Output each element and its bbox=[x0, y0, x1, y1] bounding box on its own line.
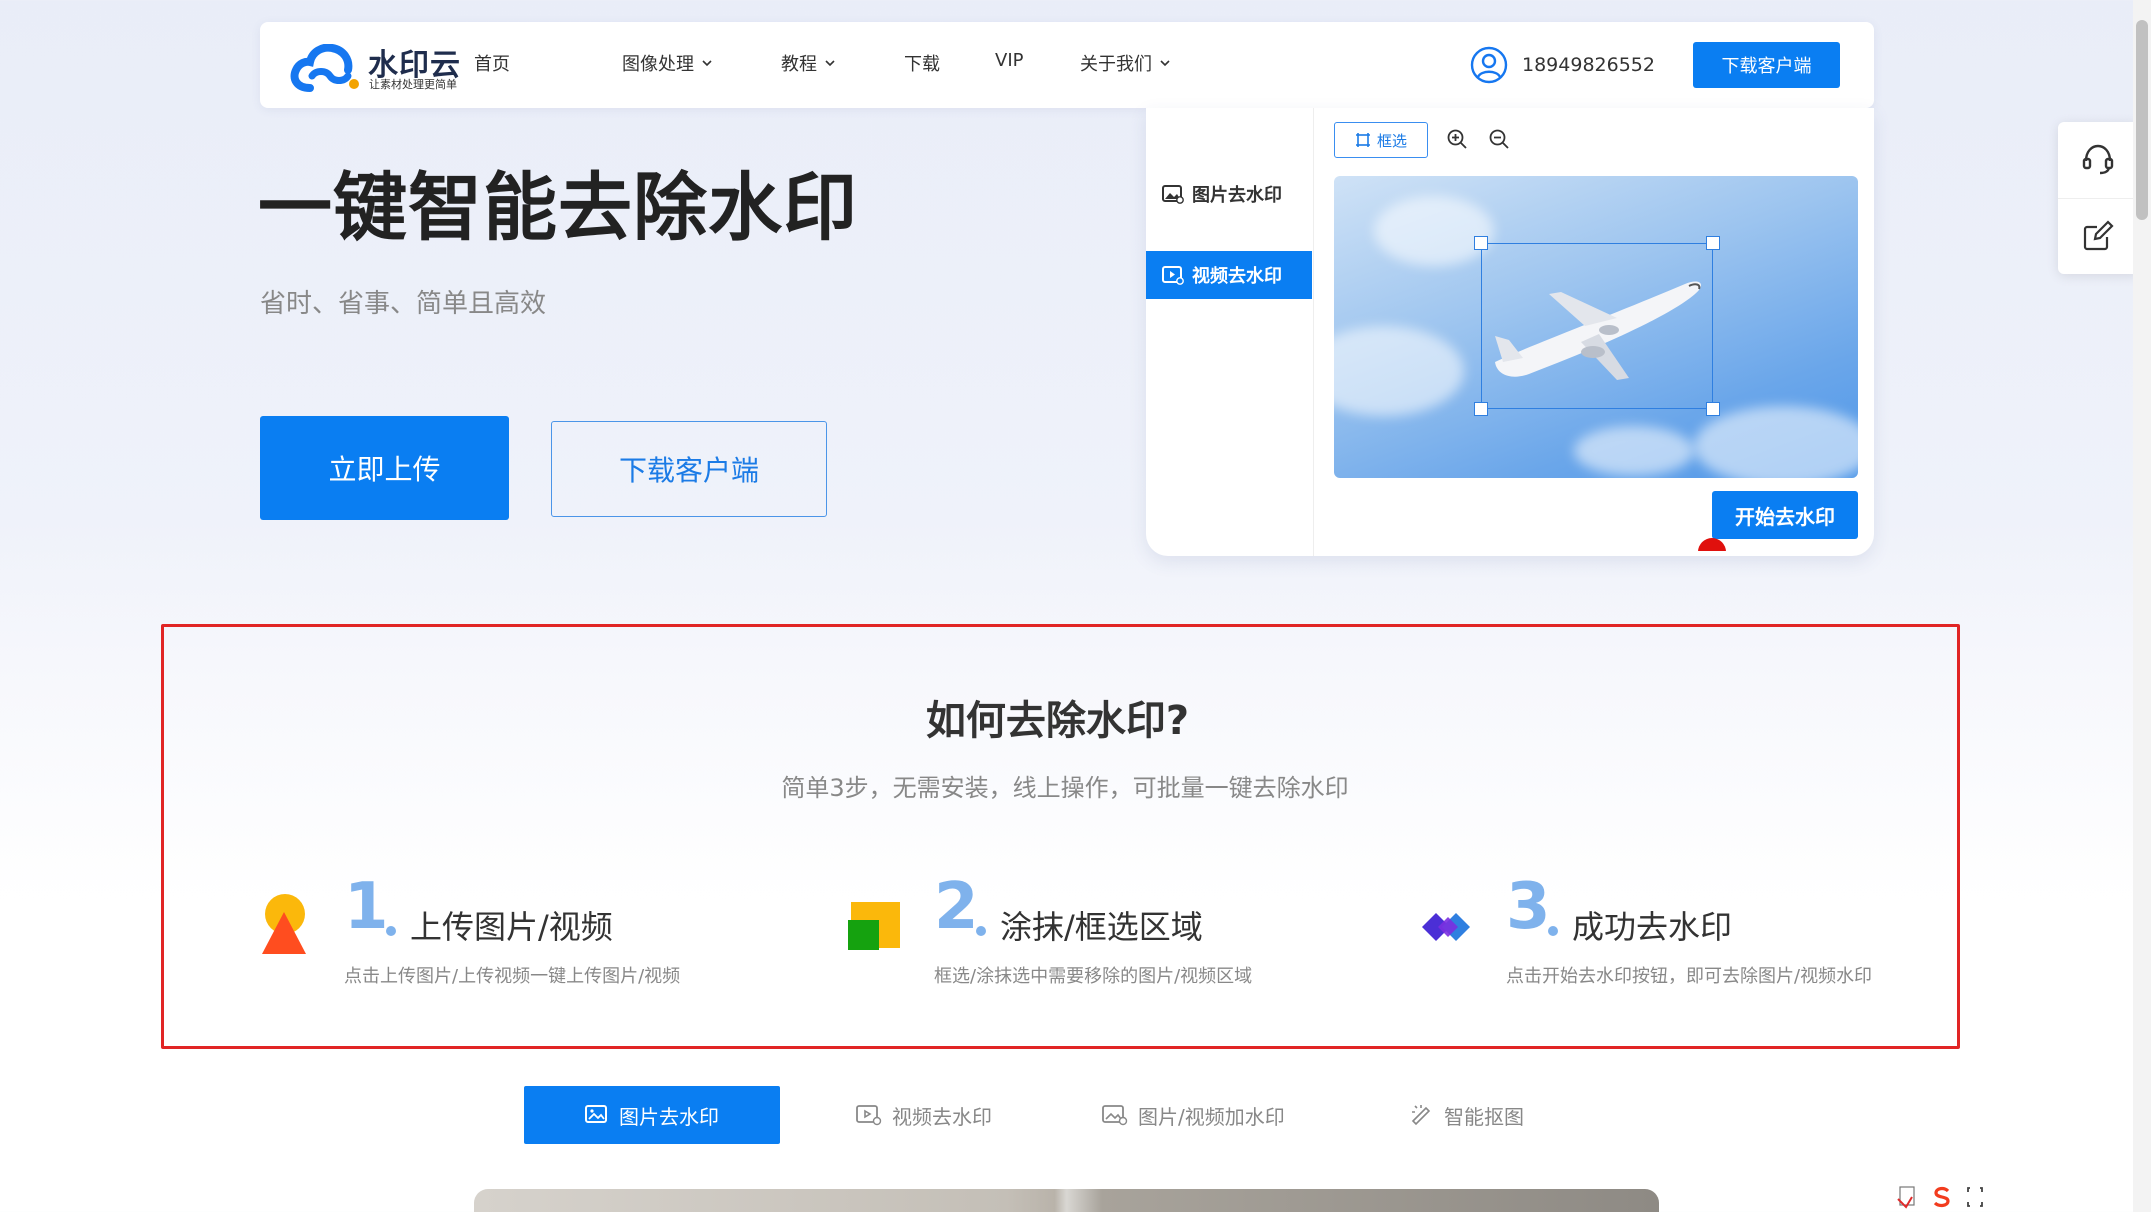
nav-download-label: 下载 bbox=[904, 54, 940, 75]
s-logo-icon[interactable] bbox=[1930, 1185, 1954, 1209]
cloud-shape bbox=[1334, 326, 1464, 416]
cursor-indicator bbox=[1698, 538, 1726, 551]
cloud-logo-icon bbox=[290, 44, 359, 92]
cloud-shape bbox=[1694, 406, 1858, 478]
step-dot bbox=[1548, 926, 1558, 936]
feature-tab-smart-cutout[interactable]: 智能抠图 bbox=[1410, 1086, 1524, 1144]
upload-now-button[interactable]: 立即上传 bbox=[260, 416, 509, 520]
step-title: 涂抹/框选区域 bbox=[1000, 908, 1203, 946]
demo-tab-image-label: 图片去水印 bbox=[1192, 185, 1282, 206]
video-icon bbox=[1162, 266, 1184, 285]
step-description: 点击上传图片/上传视频一键上传图片/视频 bbox=[344, 966, 681, 987]
user-avatar-icon bbox=[1470, 46, 1508, 84]
preview-canvas[interactable] bbox=[1334, 176, 1858, 478]
start-remove-watermark-button[interactable]: 开始去水印 bbox=[1712, 491, 1858, 539]
download-client-button[interactable]: 下载客户端 bbox=[551, 421, 827, 517]
howto-title: 如何去除水印? bbox=[925, 698, 1190, 744]
user-account[interactable]: 18949826552 bbox=[1470, 46, 1655, 84]
video-icon bbox=[856, 1105, 882, 1126]
box-select-label: 框选 bbox=[1376, 131, 1407, 150]
step-title: 上传图片/视频 bbox=[410, 908, 613, 946]
step-description: 点击开始去水印按钮，即可去除图片/视频水印 bbox=[1506, 966, 1873, 987]
box-select-tool[interactable]: 框选 bbox=[1334, 122, 1428, 158]
feedback-button[interactable] bbox=[2058, 199, 2138, 273]
step-dot bbox=[976, 926, 986, 936]
image-icon bbox=[585, 1105, 607, 1123]
chevron-down-icon bbox=[702, 60, 712, 67]
cloud-shape bbox=[1574, 426, 1694, 476]
upload-step-icon bbox=[262, 894, 306, 954]
feature-tab-label: 智能抠图 bbox=[1444, 1104, 1524, 1129]
nav-tutorials[interactable]: 教程 bbox=[781, 50, 835, 76]
resize-handle[interactable] bbox=[1706, 402, 1720, 416]
resize-handle[interactable] bbox=[1474, 236, 1488, 250]
chevron-down-icon bbox=[825, 60, 835, 67]
expand-icon[interactable] bbox=[1966, 1186, 1984, 1208]
browser-extension-tray bbox=[1896, 1182, 1998, 1212]
selection-box[interactable] bbox=[1481, 243, 1713, 409]
user-phone: 18949826552 bbox=[1522, 54, 1655, 76]
edit-icon bbox=[2083, 220, 2114, 251]
nav-about-label: 关于我们 bbox=[1080, 54, 1152, 75]
image-icon bbox=[1102, 1105, 1128, 1126]
image-icon bbox=[1162, 185, 1184, 204]
zoom-in-icon[interactable] bbox=[1446, 128, 1468, 150]
feature-tab-label: 视频去水印 bbox=[892, 1104, 992, 1129]
resize-handle[interactable] bbox=[1474, 402, 1488, 416]
hero-subtitle: 省时、省事、简单且高效 bbox=[260, 289, 547, 319]
step-dot bbox=[386, 926, 396, 936]
chevron-down-icon bbox=[1160, 60, 1170, 67]
header-download-client-button[interactable]: 下载客户端 bbox=[1693, 42, 1840, 88]
success-step-icon bbox=[1422, 913, 1470, 941]
cloud-shape bbox=[1374, 196, 1494, 266]
step-number: 2 bbox=[934, 870, 979, 944]
nav-image-processing[interactable]: 图像处理 bbox=[622, 50, 712, 76]
step-title: 成功去水印 bbox=[1572, 908, 1733, 946]
demo-tab-image[interactable]: 图片去水印 bbox=[1146, 170, 1312, 218]
hero-title: 一键智能去除水印 bbox=[258, 165, 858, 251]
feature-tab-label: 图片/视频加水印 bbox=[1138, 1104, 1285, 1129]
feature-tab-label: 图片去水印 bbox=[619, 1104, 719, 1129]
feature-tab-video-watermark-removal[interactable]: 视频去水印 bbox=[856, 1086, 992, 1144]
feature-tab-add-watermark[interactable]: 图片/视频加水印 bbox=[1102, 1086, 1285, 1144]
nav-home-label: 首页 bbox=[474, 54, 510, 75]
nav-image-processing-label: 图像处理 bbox=[622, 54, 694, 75]
top-navbar: 水印云 让素材处理更简单 首页 图像处理 教程 下载 VIP 关于我们 1894… bbox=[260, 22, 1874, 108]
demo-tab-video-label: 视频去水印 bbox=[1192, 266, 1282, 287]
demo-tab-video[interactable]: 视频去水印 bbox=[1146, 251, 1312, 299]
crop-frame-icon bbox=[1355, 133, 1370, 147]
logo[interactable]: 水印云 让素材处理更简单 bbox=[290, 36, 470, 96]
nav-tutorials-label: 教程 bbox=[781, 54, 817, 75]
cutout-icon bbox=[1411, 1105, 1431, 1126]
feature-tab-image-watermark-removal[interactable]: 图片去水印 bbox=[524, 1086, 780, 1144]
floating-toolbar bbox=[2058, 122, 2138, 274]
nav-home[interactable]: 首页 bbox=[474, 50, 510, 76]
resize-handle[interactable] bbox=[1706, 236, 1720, 250]
nav-vip-label: VIP bbox=[995, 50, 1024, 71]
headset-icon bbox=[2082, 144, 2114, 175]
feature-preview-image bbox=[474, 1189, 1659, 1212]
demo-sidebar: 图片去水印 视频去水印 bbox=[1146, 108, 1314, 556]
zoom-out-icon[interactable] bbox=[1488, 128, 1510, 150]
select-area-step-icon bbox=[848, 902, 900, 950]
nav-download[interactable]: 下载 bbox=[904, 50, 940, 76]
nav-vip[interactable]: VIP bbox=[995, 50, 1023, 71]
nav-about[interactable]: 关于我们 bbox=[1080, 50, 1170, 76]
step-number: 3 bbox=[1506, 870, 1551, 944]
customer-service-button[interactable] bbox=[2058, 122, 2138, 196]
logo-slogan: 让素材处理更简单 bbox=[369, 78, 457, 91]
document-icon[interactable] bbox=[1896, 1185, 1918, 1209]
step-description: 框选/涂抹选中需要移除的图片/视频区域 bbox=[934, 966, 1253, 987]
howto-subtitle: 简单3步，无需安装，线上操作，可批量一键去除水印 bbox=[781, 774, 1349, 802]
step-number: 1 bbox=[344, 870, 389, 944]
scrollbar-thumb[interactable] bbox=[2136, 20, 2148, 220]
demo-panel: 图片去水印 视频去水印 框选 开始去水印 bbox=[1146, 108, 1874, 556]
